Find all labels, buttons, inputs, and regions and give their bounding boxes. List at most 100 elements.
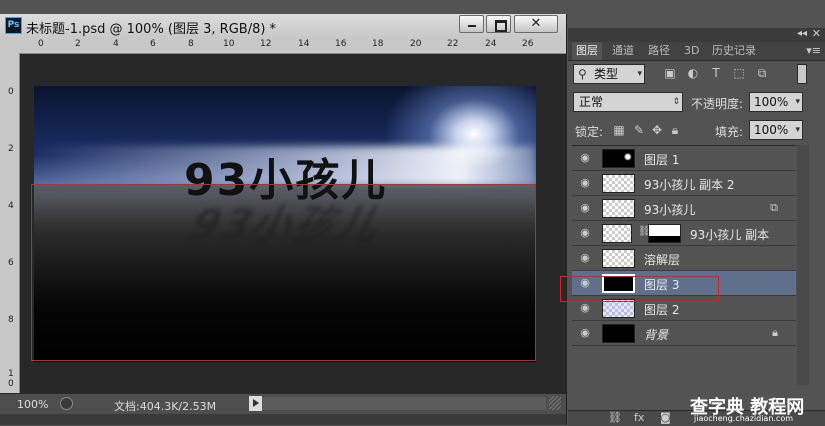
lock-all-icon[interactable]: 🔒︎: [668, 123, 682, 137]
close-button[interactable]: ✕: [514, 15, 558, 33]
chevron-updown-icon: ⇕: [672, 97, 680, 107]
ruler-label: 8: [8, 315, 14, 325]
fill-value: 100%: [754, 123, 789, 137]
eye-icon[interactable]: ◉: [578, 151, 592, 165]
collapse-panel-icon[interactable]: ◂◂: [797, 28, 807, 39]
ruler-label: 0: [8, 87, 14, 97]
layer-name: 93小孩儿 副本: [690, 228, 770, 242]
ruler-label: 4: [8, 201, 14, 211]
ruler-label: 18: [372, 39, 384, 49]
eye-icon[interactable]: ◉: [578, 326, 592, 340]
lock-transparent-icon[interactable]: ▦: [612, 123, 626, 137]
horizontal-scrollbar[interactable]: [262, 397, 546, 410]
chevron-down-icon: ▾: [795, 125, 800, 135]
opacity-label: 不透明度:: [691, 97, 744, 111]
chevron-down-icon: ▾: [795, 97, 800, 107]
status-menu-arrow-icon[interactable]: [249, 396, 262, 411]
document-size: 文档:404.3K/2.53M: [114, 400, 217, 413]
layer-mask-thumbnail: [648, 224, 681, 243]
minimize-button[interactable]: [459, 15, 484, 33]
layer-thumbnail: [602, 249, 635, 268]
panel-menu-icon[interactable]: ▾≡: [806, 44, 821, 57]
ruler-label: 16: [335, 39, 347, 49]
ruler-label: 4: [113, 39, 119, 49]
status-bar: 100% 文档:404.3K/2.53M: [0, 393, 566, 414]
lock-icon: 🔒︎: [772, 326, 778, 339]
eye-icon[interactable]: ◉: [578, 251, 592, 265]
opacity-field[interactable]: 100% ▾: [749, 92, 803, 112]
document-title-bar[interactable]: Ps 未标题-1.psd @ 100% (图层 3, RGB/8) * ✕: [0, 14, 566, 39]
ruler-label: 6: [150, 39, 156, 49]
type-filter-icon[interactable]: T: [709, 66, 723, 80]
search-icon: ⚲: [578, 67, 587, 81]
smart-object-filter-icon[interactable]: ⧉: [755, 66, 769, 80]
ruler-label: 0: [38, 39, 44, 49]
horizontal-ruler: 0 2 4 6 8 10 12 14 16 18 20 22 24 26: [0, 38, 566, 54]
blend-mode-select[interactable]: 正常 ⇕: [573, 92, 683, 112]
close-icon: ✕: [530, 16, 542, 31]
tab-history[interactable]: 历史记录: [708, 42, 760, 60]
layer-thumbnail: [602, 199, 635, 218]
eye-icon[interactable]: ◉: [578, 226, 592, 240]
watermark: 查字典 教程网 jiaocheng.chazidian.com: [690, 393, 825, 425]
layer-style-icon[interactable]: fx: [634, 411, 644, 424]
resize-grip-icon[interactable]: [549, 396, 561, 410]
link-layers-icon[interactable]: ⛓: [608, 411, 622, 424]
maximize-button[interactable]: [486, 15, 511, 33]
blend-mode-value: 正常: [579, 95, 604, 109]
document-title: 未标题-1.psd @ 100% (图层 3, RGB/8) *: [26, 22, 277, 37]
layer-name: 图层 2: [644, 303, 680, 317]
ruler-label: 2: [75, 39, 81, 49]
eye-icon[interactable]: ◉: [578, 301, 592, 315]
panel-tabs: 图层 通道 路径 3D 历史记录 ▾≡: [568, 42, 825, 61]
lock-label: 锁定:: [575, 125, 604, 139]
shape-filter-icon[interactable]: ⬚: [732, 66, 746, 80]
layer-row[interactable]: ◉ 溶解层: [572, 246, 796, 271]
selection-marquee: [31, 184, 536, 361]
layer-thumbnail: [602, 324, 635, 343]
lock-position-icon[interactable]: ✥: [650, 123, 664, 137]
ruler-label: 1: [8, 369, 14, 379]
eye-icon[interactable]: ◉: [578, 201, 592, 215]
add-mask-icon[interactable]: ◙: [660, 411, 671, 424]
layers-scrollbar[interactable]: [797, 145, 809, 385]
tab-3d[interactable]: 3D: [680, 42, 703, 60]
zoom-level[interactable]: 100%: [17, 398, 48, 411]
vertical-ruler: 0 2 4 6 8 1 0: [0, 53, 20, 393]
lock-image-icon[interactable]: ✎: [632, 123, 646, 137]
layer-row[interactable]: ◉ 93小孩儿 副本 2: [572, 171, 796, 196]
layer-filter-select[interactable]: ⚲ 类型 ▾: [573, 64, 645, 84]
layer-row[interactable]: ◉ 图层 1: [572, 146, 796, 171]
tab-paths[interactable]: 路径: [644, 42, 674, 60]
layer-row[interactable]: ◉ ⛓ 93小孩儿 副本: [572, 221, 796, 246]
panel-header: ◂◂ ✕: [568, 27, 825, 42]
layer-name: 溶解层: [644, 253, 681, 267]
ruler-label: 2: [8, 144, 14, 154]
layer-row[interactable]: ◉ 背景 🔒︎: [572, 321, 796, 346]
layer-thumbnail: [602, 224, 632, 243]
minimize-icon: [468, 25, 476, 27]
ruler-label: 22: [447, 39, 459, 49]
photoshop-logo-icon: Ps: [5, 17, 22, 34]
eye-icon[interactable]: ◉: [578, 176, 592, 190]
chevron-down-icon: ▾: [637, 69, 642, 79]
layer-name: 93小孩儿: [644, 203, 696, 217]
layers-list: ◉ 图层 1 ◉ 93小孩儿 副本 2 ◉ 93小孩儿 ⧉ ◉ ⛓ 93小孩儿 …: [572, 145, 796, 386]
tab-layers[interactable]: 图层: [572, 42, 602, 60]
ruler-label: 0: [8, 379, 14, 389]
tab-channels[interactable]: 通道: [608, 42, 638, 60]
ruler-label: 12: [260, 39, 272, 49]
filter-kind-label: 类型: [594, 67, 619, 81]
maximize-icon: [495, 20, 507, 32]
filter-toggle-switch[interactable]: [797, 64, 807, 84]
ruler-label: 10: [223, 39, 235, 49]
fill-field[interactable]: 100% ▾: [749, 120, 803, 140]
ruler-label: 26: [522, 39, 534, 49]
panel-close-icon[interactable]: ✕: [812, 27, 821, 40]
adjustment-filter-icon[interactable]: ◐: [686, 66, 700, 80]
layer-thumbnail: [602, 149, 635, 168]
pixel-filter-icon[interactable]: ▣: [663, 66, 677, 80]
status-info-icon[interactable]: [60, 397, 73, 410]
ruler-label: 24: [485, 39, 497, 49]
layer-row[interactable]: ◉ 93小孩儿 ⧉: [572, 196, 796, 221]
